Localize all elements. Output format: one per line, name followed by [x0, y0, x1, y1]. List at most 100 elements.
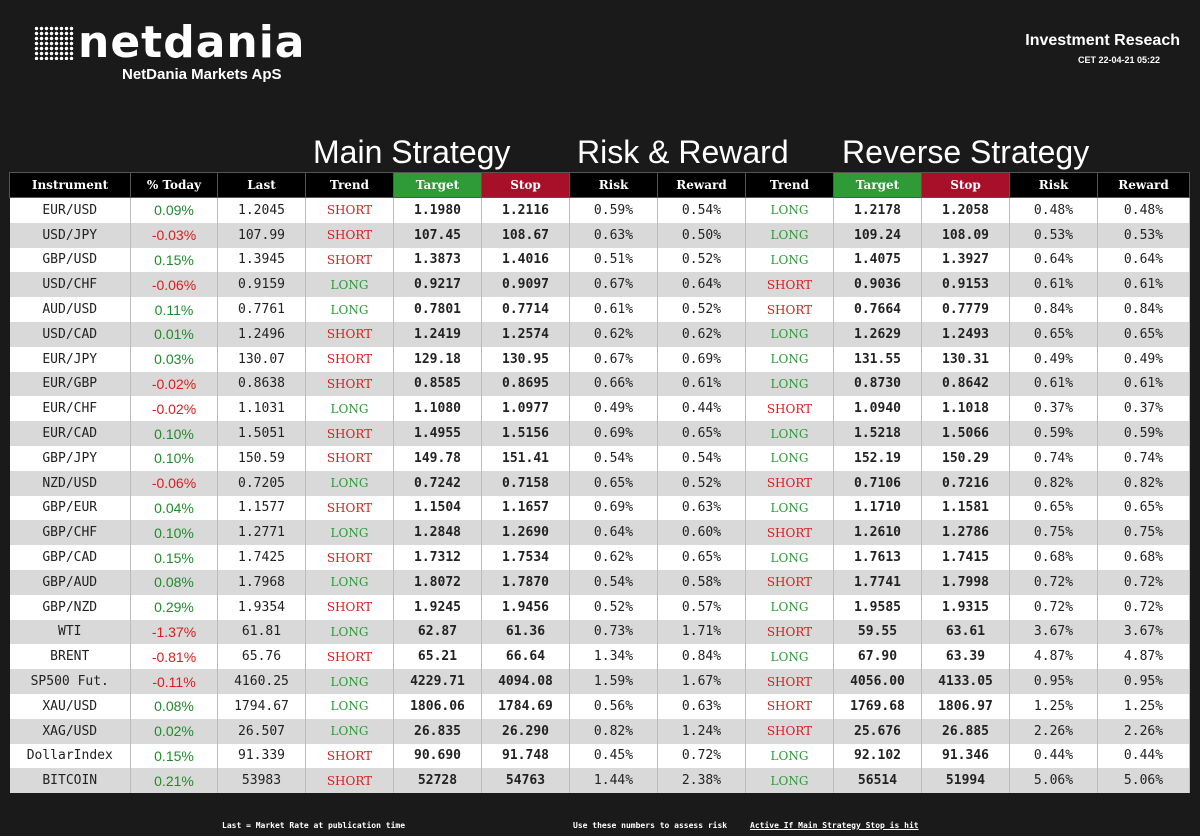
cell-reverse-stop: 1.5066 [921, 421, 1010, 446]
cell-reverse-trend: LONG [745, 371, 834, 397]
cell-reverse-reward: 2.26% [1097, 718, 1190, 744]
cell-reverse-stop: 130.31 [921, 346, 1010, 372]
cell-reverse-reward: 0.82% [1097, 470, 1190, 496]
cell-main-reward: 1.71% [657, 619, 746, 645]
cell-reverse-stop: 1.2493 [921, 321, 1010, 347]
cell-main-trend: SHORT [305, 197, 394, 223]
cell-reverse-target: 0.8730 [833, 371, 922, 397]
cell-main-trend: SHORT [305, 247, 394, 273]
cell-main-risk: 0.56% [569, 693, 658, 719]
cell-main-reward: 0.72% [657, 743, 746, 769]
cell-reverse-target: 25.676 [833, 718, 922, 744]
cell-main-target: 1.3873 [393, 247, 482, 273]
col-reverse-reward: Reward [1097, 172, 1190, 198]
cell-main-trend: SHORT [305, 644, 394, 670]
cell-reverse-reward: 0.44% [1097, 743, 1190, 769]
cell-main-reward: 0.54% [657, 445, 746, 471]
cell-main-reward: 0.64% [657, 272, 746, 298]
cell-reverse-stop: 150.29 [921, 445, 1010, 471]
cell-instrument: EUR/JPY [9, 346, 131, 372]
cell-reverse-risk: 0.53% [1009, 222, 1098, 248]
cell-reverse-stop: 1806.97 [921, 693, 1010, 719]
cell-reverse-risk: 0.48% [1009, 197, 1098, 223]
cell-main-reward: 0.65% [657, 545, 746, 570]
cell-reverse-target: 1.2629 [833, 321, 922, 347]
cell-reverse-reward: 1.25% [1097, 693, 1190, 719]
cell-reverse-risk: 0.65% [1009, 321, 1098, 347]
cell-main-stop: 1.5156 [481, 421, 570, 446]
strategy-table: Instrument % Today Last Trend Target Sto… [9, 172, 1190, 794]
cell-pct-today: -0.06% [130, 470, 218, 496]
cell-last: 1.9354 [217, 594, 306, 620]
cell-main-trend: SHORT [305, 371, 394, 397]
cell-main-target: 129.18 [393, 346, 482, 372]
cell-main-risk: 0.62% [569, 545, 658, 570]
cell-pct-today: 0.10% [130, 445, 218, 471]
cell-reverse-stop: 1.2786 [921, 520, 1010, 546]
cell-reverse-trend: SHORT [745, 569, 834, 595]
cell-reverse-trend: SHORT [745, 669, 834, 694]
cell-reverse-risk: 0.72% [1009, 594, 1098, 620]
table-row: USD/JPY -0.03% 107.99 SHORT 107.45 108.67 0.63… [9, 222, 1190, 248]
cell-main-risk: 0.61% [569, 297, 658, 322]
cell-main-target: 1.2848 [393, 520, 482, 546]
cell-reverse-stop: 1.9315 [921, 594, 1010, 620]
cell-reverse-risk: 2.26% [1009, 718, 1098, 744]
cell-main-trend: SHORT [305, 768, 394, 794]
cell-pct-today: 0.10% [130, 520, 218, 546]
cell-main-reward: 0.52% [657, 247, 746, 273]
table-row: GBP/EUR 0.04% 1.1577 SHORT 1.1504 1.1657 0.69%… [9, 495, 1190, 521]
cell-pct-today: 0.08% [130, 569, 218, 595]
cell-reverse-trend: SHORT [745, 297, 834, 322]
cell-instrument: EUR/GBP [9, 371, 131, 397]
cell-instrument: EUR/CHF [9, 396, 131, 422]
cell-reverse-stop: 0.8642 [921, 371, 1010, 397]
cell-main-stop: 91.748 [481, 743, 570, 769]
cell-pct-today: -0.81% [130, 644, 218, 670]
cell-pct-today: -0.03% [130, 222, 218, 248]
table-row: EUR/GBP -0.02% 0.8638 SHORT 0.8585 0.8695 0.66… [9, 371, 1190, 397]
cell-main-stop: 1.2116 [481, 197, 570, 223]
cell-reverse-target: 59.55 [833, 619, 922, 645]
cell-instrument: GBP/AUD [9, 569, 131, 595]
cell-main-reward: 0.52% [657, 470, 746, 496]
cell-last: 1.1577 [217, 495, 306, 521]
cell-instrument: USD/CHF [9, 272, 131, 298]
cell-reverse-risk: 0.59% [1009, 421, 1098, 446]
table-header-row: Instrument % Today Last Trend Target Sto… [9, 172, 1190, 198]
publication-timestamp: CET 22-04-21 05:22 [1077, 55, 1160, 65]
cell-main-trend: SHORT [305, 743, 394, 769]
table-row: USD/CHF -0.06% 0.9159 LONG 0.9217 0.9097 0.67%… [9, 272, 1190, 298]
cell-reverse-reward: 0.53% [1097, 222, 1190, 248]
cell-reverse-stop: 1.1018 [921, 396, 1010, 422]
cell-main-risk: 0.73% [569, 619, 658, 645]
cell-reverse-reward: 0.61% [1097, 272, 1190, 298]
col-main-risk: Risk [569, 172, 658, 198]
cell-reverse-reward: 3.67% [1097, 619, 1190, 645]
cell-reverse-risk: 5.06% [1009, 768, 1098, 794]
cell-last: 1.5051 [217, 421, 306, 446]
cell-main-trend: SHORT [305, 445, 394, 471]
cell-main-stop: 1.0977 [481, 396, 570, 422]
col-main-trend: Trend [305, 172, 394, 198]
cell-main-reward: 1.24% [657, 718, 746, 744]
cell-main-trend: LONG [305, 470, 394, 496]
cell-main-risk: 0.51% [569, 247, 658, 273]
cell-main-target: 90.690 [393, 743, 482, 769]
table-row: EUR/USD 0.09% 1.2045 SHORT 1.1980 1.2116 0.59%… [9, 197, 1190, 223]
cell-last: 1.7425 [217, 545, 306, 570]
footer-risk-note: Use these numbers to assess risk [573, 821, 728, 830]
cell-main-reward: 0.44% [657, 396, 746, 422]
cell-main-target: 1806.06 [393, 693, 482, 719]
cell-main-risk: 0.54% [569, 445, 658, 471]
cell-main-stop: 0.7158 [481, 470, 570, 496]
col-reverse-trend: Trend [745, 172, 834, 198]
footer-active-note: Active If Main Strategy Stop is hit [750, 821, 919, 830]
table-row: DollarIndex 0.15% 91.339 SHORT 90.690 91.748 0… [9, 743, 1190, 769]
cell-main-risk: 0.69% [569, 495, 658, 521]
cell-main-target: 0.9217 [393, 272, 482, 298]
cell-main-risk: 0.66% [569, 371, 658, 397]
cell-main-stop: 1.4016 [481, 247, 570, 273]
footer-last-note: Last = Market Rate at publication time [222, 821, 406, 830]
netdania-logo: netdania [34, 21, 305, 65]
